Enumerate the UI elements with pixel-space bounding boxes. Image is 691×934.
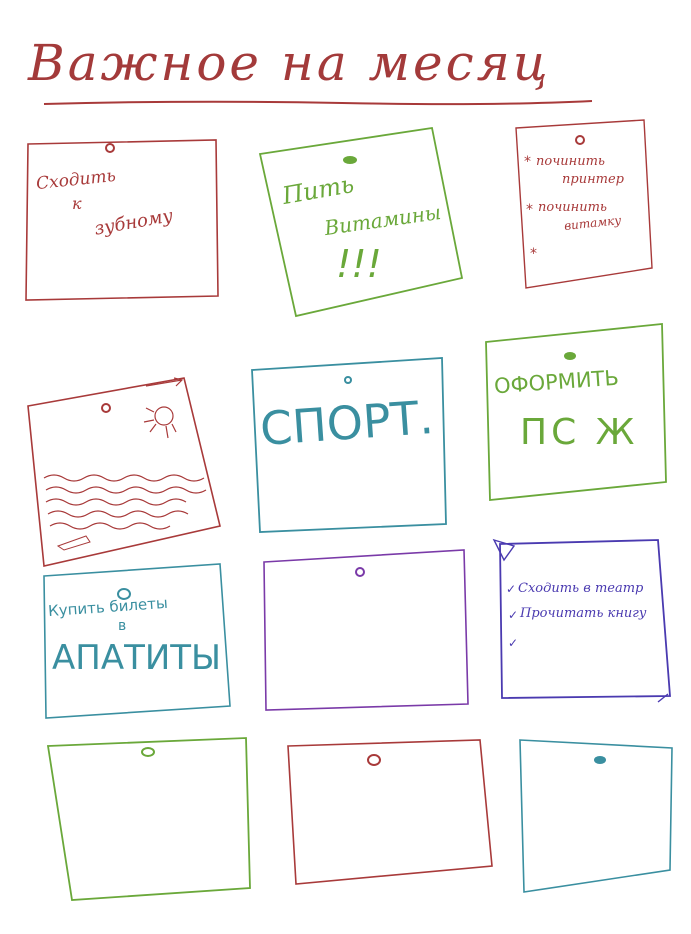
sticky-note-empty-purple[interactable]	[260, 546, 474, 716]
note-frame	[263, 549, 469, 711]
sticky-note-empty-red[interactable]	[284, 738, 500, 888]
list-item: Сходить в театр	[518, 581, 644, 596]
list-item: принтер	[562, 172, 624, 187]
list-item: починить	[538, 200, 607, 215]
sticky-note-dentist[interactable]: Сходить к зубному	[22, 136, 222, 304]
list-bullet: *	[524, 154, 531, 170]
check-icon: ✓	[508, 636, 519, 650]
sticky-note-docs[interactable]: ОФОРМИТЬ ПС Ж	[482, 320, 670, 504]
note-text: АПАТИТЫ	[52, 638, 222, 678]
sticky-note-tickets[interactable]: Купить билеты в АПАТИТЫ	[40, 562, 236, 724]
note-frame	[492, 538, 671, 703]
page-title: Важное на месяц	[28, 34, 551, 92]
note-text: ПС Ж	[520, 412, 639, 453]
list-item: Прочитать книгу	[520, 606, 647, 621]
sticky-note-empty-green[interactable]	[44, 734, 254, 906]
sticky-note-vitamins[interactable]: Пить Витамины !!!	[256, 124, 476, 320]
note-frame	[46, 737, 251, 901]
sticky-note-todo[interactable]: ✓ Сходить в театр ✓ Прочитать книгу ✓	[490, 536, 680, 706]
check-icon: ✓	[508, 608, 519, 622]
sticky-note-empty-teal[interactable]	[514, 736, 678, 900]
check-icon: ✓	[506, 582, 517, 596]
note-frame	[287, 739, 493, 885]
sticky-note-sea-drawing[interactable]	[24, 376, 232, 570]
list-bullet: *	[526, 202, 533, 218]
list-bullet: *	[530, 246, 537, 262]
sea-drawing	[27, 377, 221, 567]
note-text: к	[72, 194, 82, 213]
title-underline	[43, 100, 593, 106]
note-frame	[519, 739, 673, 893]
list-item: починить	[536, 154, 605, 169]
note-text: !!!	[336, 242, 382, 286]
note-text: в	[118, 618, 127, 634]
sticky-note-sport[interactable]: СПОРТ.	[248, 354, 454, 538]
sticky-note-fix[interactable]: * починить принтер * починить витамку *	[510, 118, 660, 294]
